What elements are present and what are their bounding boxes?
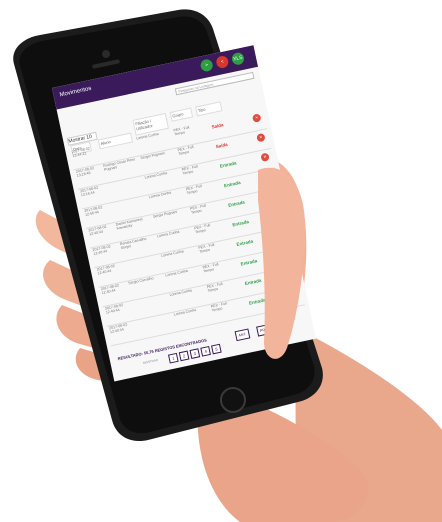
photo-scene: Movimentos > < XLS Pesquisar na Listagem…: [0, 0, 442, 522]
thumb-overlay: [258, 167, 305, 359]
